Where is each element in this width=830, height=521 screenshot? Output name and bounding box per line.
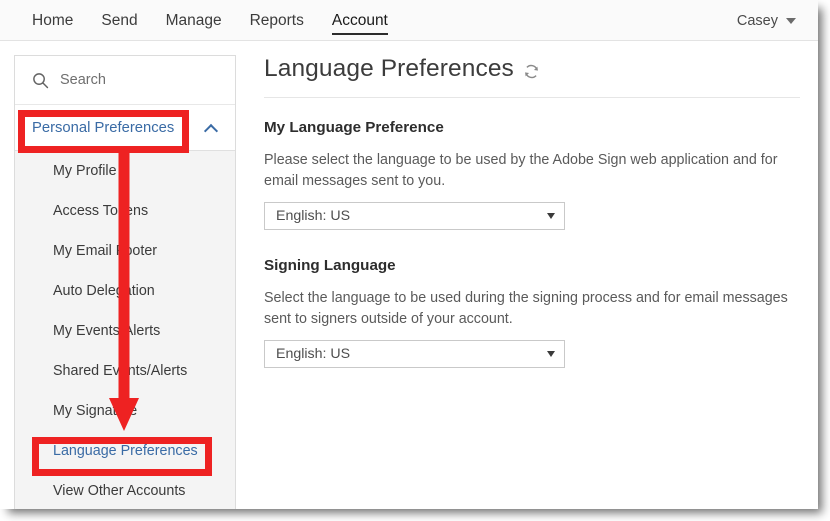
sidebar-item-my-events-alerts[interactable]: My Events/Alerts: [15, 311, 235, 351]
signing-language-select[interactable]: English: US: [264, 340, 565, 368]
chevron-down-icon: [786, 17, 796, 24]
page-title-row: Language Preferences: [264, 55, 540, 83]
main-content: Language Preferences My Language Prefere…: [237, 41, 818, 509]
section-description: Please select the language to be used by…: [264, 152, 778, 189]
section-description: Select the language to be used during th…: [264, 290, 788, 327]
sidebar-submenu: My Profile Access Tokens My Email Footer…: [15, 150, 235, 509]
sidebar-item-my-profile[interactable]: My Profile: [15, 151, 235, 191]
page-title: Language Preferences: [264, 55, 514, 82]
nav-tab-list: Home Send Manage Reports Account: [18, 0, 402, 41]
sidebar-item-my-email-footer[interactable]: My Email Footer: [15, 231, 235, 271]
select-value: English: US: [276, 208, 351, 224]
chevron-down-icon: [547, 351, 555, 357]
sidebar-item-my-signature[interactable]: My Signature: [15, 391, 235, 431]
section-signing-language: Signing Language Select the language to …: [264, 257, 800, 368]
sidebar-item-auto-delegation[interactable]: Auto Delegation: [15, 271, 235, 311]
user-menu[interactable]: Casey: [737, 0, 796, 41]
application-window: Home Send Manage Reports Account Casey S…: [0, 0, 818, 509]
section-heading: Signing Language: [264, 257, 396, 274]
sidebar-item-shared-events-alerts[interactable]: Shared Events/Alerts: [15, 351, 235, 391]
select-value: English: US: [276, 346, 351, 362]
nav-tab-home[interactable]: Home: [18, 0, 87, 41]
nav-tab-reports[interactable]: Reports: [236, 0, 318, 41]
nav-tab-manage[interactable]: Manage: [152, 0, 236, 41]
section-heading: My Language Preference: [264, 119, 444, 136]
chevron-up-icon[interactable]: [205, 124, 218, 132]
chevron-down-icon: [547, 213, 555, 219]
sidebar-section-personal-preferences[interactable]: Personal Preferences: [15, 106, 235, 150]
search-icon: [33, 72, 49, 88]
section-my-language-preference: My Language Preference Please select the…: [264, 119, 800, 230]
sidebar-item-view-other-accounts[interactable]: View Other Accounts: [15, 471, 235, 509]
search-input[interactable]: Search: [15, 56, 235, 105]
top-navigation-bar: Home Send Manage Reports Account Casey: [0, 0, 818, 41]
sidebar-section-label: Personal Preferences: [32, 120, 175, 136]
my-language-preference-select[interactable]: English: US: [264, 202, 565, 230]
title-divider: [264, 97, 800, 98]
sidebar-item-language-preferences[interactable]: Language Preferences: [15, 431, 235, 471]
nav-tab-send[interactable]: Send: [87, 0, 151, 41]
sidebar-item-access-tokens[interactable]: Access Tokens: [15, 191, 235, 231]
user-name-label: Casey: [736, 12, 778, 29]
sidebar-panel: Search Personal Preferences My Profile A…: [14, 55, 236, 509]
search-placeholder-label: Search: [60, 72, 106, 88]
refresh-icon[interactable]: [523, 63, 540, 80]
nav-tab-account[interactable]: Account: [318, 0, 402, 41]
